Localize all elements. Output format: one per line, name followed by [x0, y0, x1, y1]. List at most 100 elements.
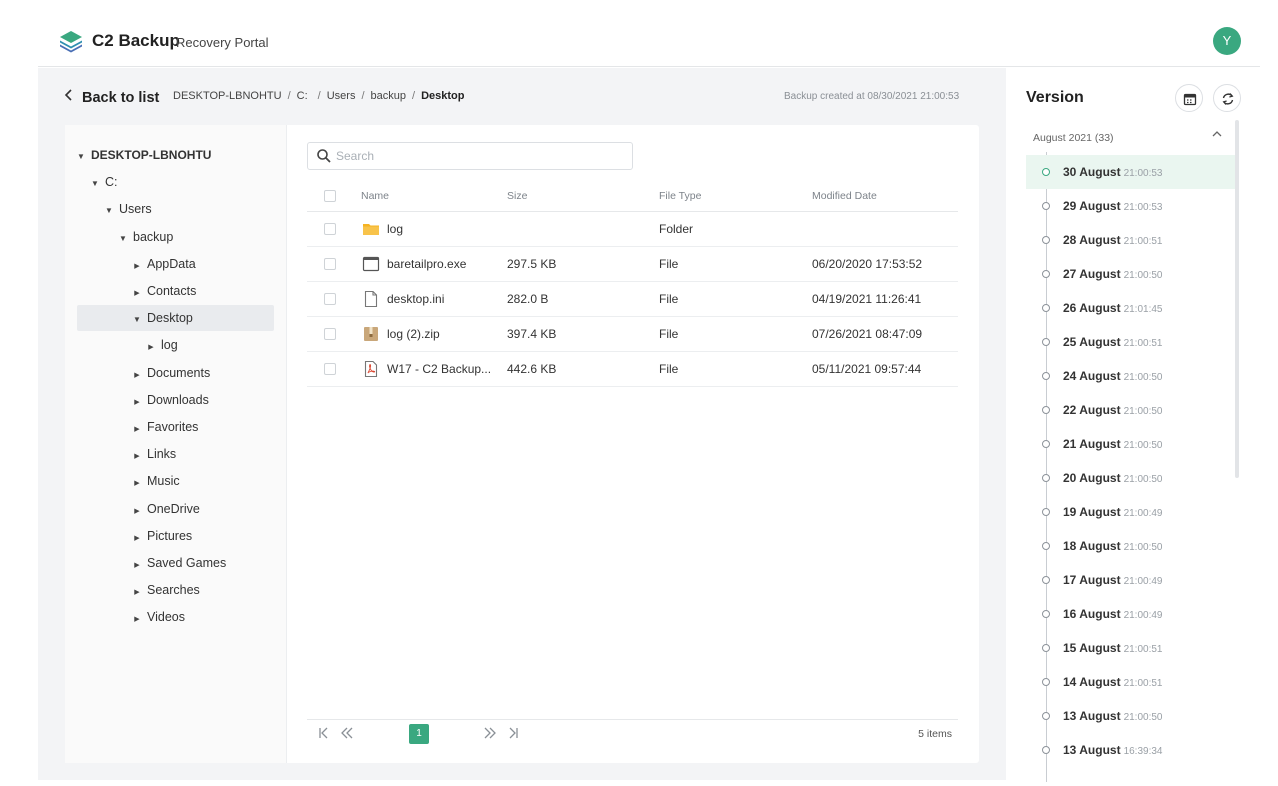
caret-down-icon[interactable]: ▼ — [131, 307, 143, 333]
caret-right-icon[interactable]: ▶ — [131, 417, 143, 443]
back-to-list-button[interactable]: Back to list — [64, 88, 159, 108]
chevron-up-icon[interactable] — [1212, 130, 1222, 141]
avatar[interactable]: Y — [1213, 27, 1241, 55]
version-item[interactable]: 27 August 21:00:50 — [1026, 257, 1239, 291]
row-checkbox[interactable] — [324, 293, 336, 305]
tree-item[interactable]: ▶ Documents — [131, 360, 210, 386]
version-item[interactable]: 20 August 21:00:50 — [1026, 461, 1239, 495]
table-row[interactable]: baretailpro.exe 297.5 KB File 06/20/2020 17… — [307, 247, 958, 282]
tree-item[interactable]: ▼ backup — [117, 224, 173, 250]
version-item[interactable]: 15 August 21:00:51 — [1026, 631, 1239, 665]
column-header-file-type[interactable]: File Type — [659, 190, 701, 202]
tree-item[interactable]: ▶ Videos — [131, 604, 185, 630]
version-date: 27 August — [1063, 267, 1121, 281]
caret-right-icon[interactable]: ▶ — [131, 363, 143, 389]
table-row[interactable]: log Folder — [307, 212, 958, 247]
breadcrumb-item[interactable]: DESKTOP-LBNOHTU — [173, 90, 282, 102]
prev-pages-icon[interactable] — [340, 726, 354, 743]
pagination: 1 5 items — [307, 719, 958, 747]
version-item[interactable]: 26 August 21:01:45 — [1026, 291, 1239, 325]
tree-item[interactable]: ▼ Users — [103, 196, 152, 222]
caret-right-icon[interactable]: ▶ — [145, 335, 157, 361]
refresh-button[interactable] — [1213, 84, 1241, 112]
tree-item[interactable]: ▶ OneDrive — [131, 496, 200, 522]
search-input[interactable] — [336, 147, 626, 165]
pdf-file-icon — [364, 360, 378, 378]
next-pages-icon[interactable] — [483, 726, 497, 743]
caret-right-icon[interactable]: ▶ — [131, 390, 143, 416]
tree-item[interactable]: ▶ Downloads — [131, 387, 209, 413]
first-page-icon[interactable] — [317, 726, 331, 743]
timeline-dot-icon — [1042, 372, 1050, 380]
page-number-current[interactable]: 1 — [409, 724, 429, 744]
column-header-name[interactable]: Name — [361, 190, 389, 202]
version-time: 21:00:50 — [1123, 440, 1163, 451]
version-item[interactable]: 30 August 21:00:53 — [1026, 155, 1239, 189]
caret-down-icon[interactable]: ▼ — [103, 198, 115, 224]
file-name: log — [387, 222, 404, 236]
caret-down-icon[interactable]: ▼ — [75, 144, 87, 170]
version-item[interactable]: 19 August 21:00:49 — [1026, 495, 1239, 529]
row-checkbox[interactable] — [324, 363, 336, 375]
caret-right-icon[interactable]: ▶ — [131, 471, 143, 497]
version-time: 21:00:51 — [1123, 338, 1163, 349]
back-to-list-label: Back to list — [82, 90, 160, 106]
tree-item[interactable]: ▼ Desktop — [77, 305, 274, 333]
version-item[interactable]: 25 August 21:00:51 — [1026, 325, 1239, 359]
version-time: 21:00:51 — [1123, 644, 1163, 655]
breadcrumb-current: Desktop — [421, 90, 465, 102]
select-all-checkbox[interactable] — [324, 190, 336, 202]
tree-item[interactable]: ▶ Saved Games — [131, 550, 226, 576]
version-item[interactable]: 24 August 21:00:50 — [1026, 359, 1239, 393]
tree-item[interactable]: ▶ Music — [131, 468, 179, 497]
tree-item[interactable]: ▶ Pictures — [131, 523, 192, 549]
tree-item[interactable]: ▼ C: — [89, 169, 117, 197]
version-date: 20 August — [1063, 471, 1121, 485]
version-item[interactable]: 21 August 21:00:50 — [1026, 427, 1239, 461]
last-page-icon[interactable] — [506, 726, 520, 743]
version-item[interactable]: 14 August 21:00:51 — [1026, 665, 1239, 699]
version-scrollbar[interactable] — [1235, 120, 1239, 478]
caret-right-icon[interactable]: ▶ — [131, 607, 143, 633]
caret-right-icon[interactable]: ▶ — [131, 553, 143, 579]
tree-item-label: Videos — [147, 610, 185, 625]
caret-right-icon[interactable]: ▶ — [131, 444, 143, 470]
caret-right-icon[interactable]: ▶ — [131, 281, 143, 307]
caret-right-icon[interactable]: ▶ — [131, 499, 143, 525]
logo-icon — [60, 31, 82, 53]
caret-down-icon[interactable]: ▼ — [89, 171, 101, 197]
row-checkbox[interactable] — [324, 223, 336, 235]
table-row[interactable]: desktop.ini 282.0 B File 04/19/2021 11:26:4… — [307, 282, 958, 317]
calendar-button[interactable] — [1175, 84, 1203, 112]
tree-item[interactable]: ▶ Contacts — [131, 278, 196, 304]
table-row[interactable]: log (2).zip 397.4 KB File 07/26/2021 08:47:… — [307, 317, 958, 352]
caret-right-icon[interactable]: ▶ — [131, 254, 143, 280]
version-item[interactable]: 17 August 21:00:49 — [1026, 563, 1239, 597]
version-item[interactable]: 13 August 21:00:50 — [1026, 699, 1239, 733]
refresh-icon — [1222, 93, 1234, 105]
caret-right-icon[interactable]: ▶ — [131, 526, 143, 552]
version-item[interactable]: 22 August 21:00:50 — [1026, 393, 1239, 427]
tree-item[interactable]: ▶ log — [145, 332, 177, 361]
caret-right-icon[interactable]: ▶ — [131, 580, 143, 606]
tree-item[interactable]: ▼ DESKTOP-LBNOHTU — [75, 142, 211, 168]
caret-down-icon[interactable]: ▼ — [117, 226, 129, 252]
breadcrumb-item[interactable]: C: — [297, 90, 308, 102]
column-header-modified-date[interactable]: Modified Date — [812, 190, 877, 202]
tree-item[interactable]: ▶ Searches — [131, 577, 200, 603]
version-item[interactable]: 18 August 21:00:50 — [1026, 529, 1239, 563]
version-date: 17 August — [1063, 573, 1121, 587]
version-item[interactable]: 29 August 21:00:53 — [1026, 189, 1239, 223]
breadcrumb-item[interactable]: Users — [327, 90, 356, 102]
row-checkbox[interactable] — [324, 258, 336, 270]
version-item[interactable]: 13 August 16:39:34 — [1026, 733, 1239, 767]
breadcrumb-item[interactable]: backup — [371, 90, 406, 102]
tree-item[interactable]: ▶ AppData — [131, 251, 195, 280]
column-header-size[interactable]: Size — [507, 190, 527, 202]
version-item[interactable]: 28 August 21:00:51 — [1026, 223, 1239, 257]
tree-item[interactable]: ▶ Favorites — [131, 414, 198, 440]
version-item[interactable]: 16 August 21:00:49 — [1026, 597, 1239, 631]
table-row[interactable]: W17 - C2 Backup... 442.6 KB File 05/11/2021… — [307, 352, 958, 387]
row-checkbox[interactable] — [324, 328, 336, 340]
tree-item[interactable]: ▶ Links — [131, 441, 176, 467]
